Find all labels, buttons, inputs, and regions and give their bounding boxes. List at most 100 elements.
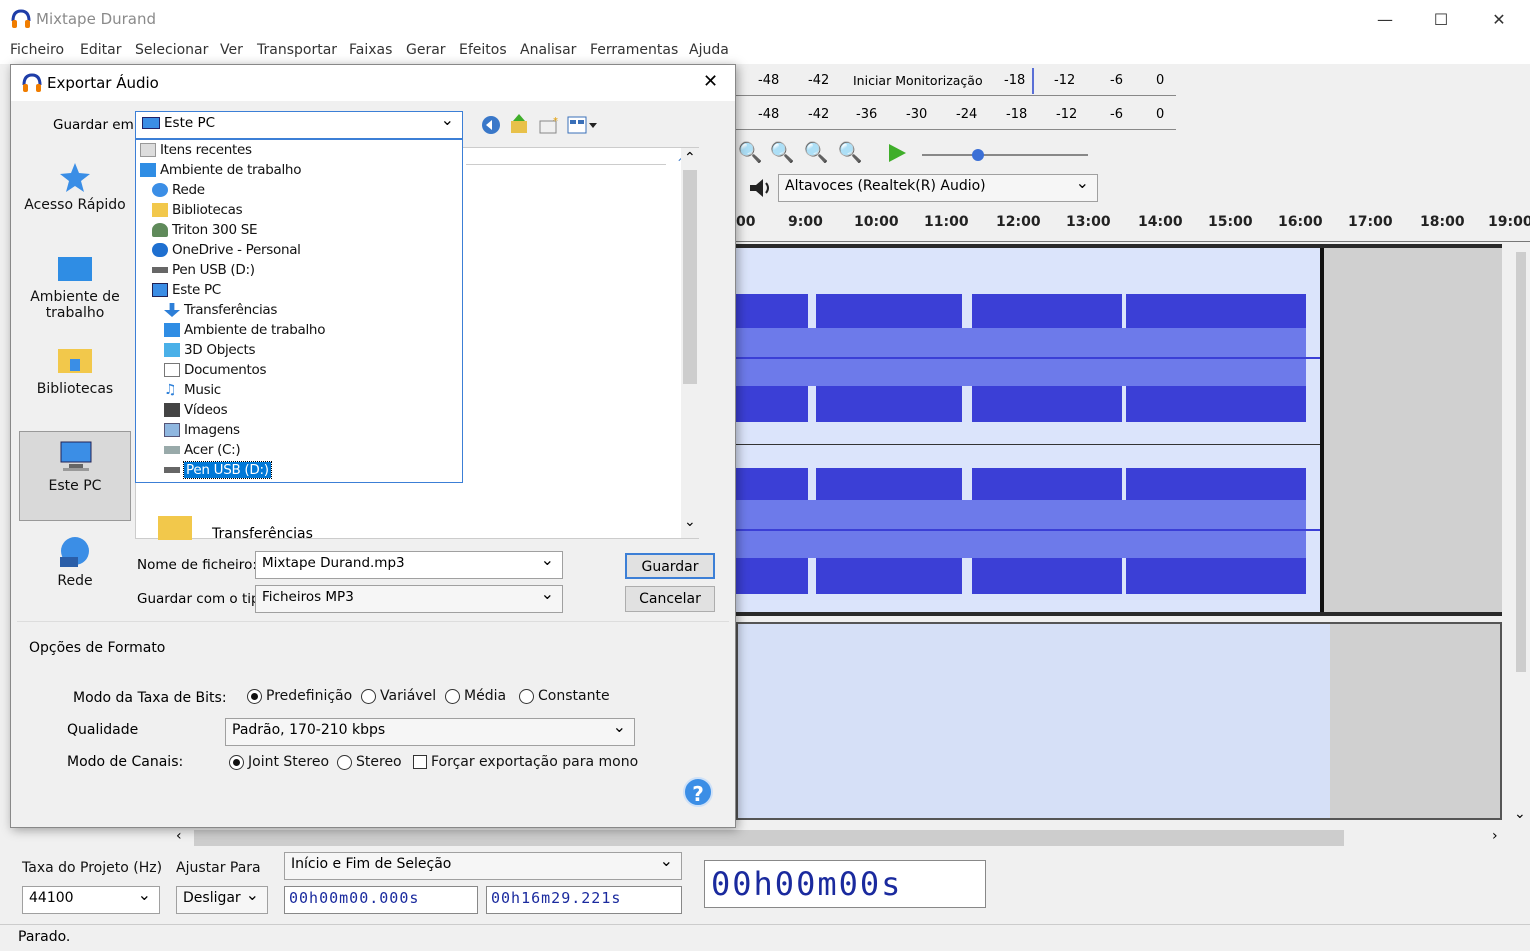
new-folder-icon[interactable]: *	[539, 115, 561, 135]
playback-meter[interactable]: -48 -42 -36 -30 -24 -18 -12 -6 0	[736, 100, 1176, 130]
dropdown-item[interactable]: Vídeos	[164, 400, 228, 420]
maximize-button[interactable]: ☐	[1412, 0, 1470, 40]
meter-tick: -48	[758, 107, 780, 122]
selection-start-time[interactable]: 00h00m00.000s	[284, 886, 478, 914]
scroll-down-icon[interactable]: ⌄	[1514, 806, 1526, 822]
dropdown-item[interactable]: Triton 300 SE	[152, 220, 258, 240]
speed-slider[interactable]	[922, 154, 1088, 156]
dropdown-item[interactable]: Ambiente de trabalho	[140, 160, 301, 180]
library-icon	[152, 203, 168, 217]
dropdown-item[interactable]: Itens recentes	[140, 140, 252, 160]
fit-selection-icon[interactable]: 🔍	[802, 140, 830, 166]
dropdown-item[interactable]: Acer (C:)	[164, 440, 241, 460]
filename-input[interactable]: Mixtape Durand.mp3	[255, 551, 563, 579]
dropdown-item[interactable]: ♫ Music	[164, 380, 221, 400]
bitrate-average-radio[interactable]: Média	[445, 688, 506, 704]
desktop-icon	[164, 323, 180, 337]
dropdown-item[interactable]: Bibliotecas	[152, 200, 243, 220]
place-libraries[interactable]: Bibliotecas	[19, 345, 131, 397]
minimize-button[interactable]: —	[1356, 0, 1414, 40]
dropdown-item[interactable]: 3D Objects	[164, 340, 256, 360]
place-network[interactable]: Rede	[19, 535, 131, 589]
output-device-select[interactable]: Altavoces (Realtek(R) Audio)	[778, 174, 1098, 202]
force-mono-checkbox[interactable]: Forçar exportação para mono	[413, 754, 638, 770]
dropdown-item[interactable]: Pen USB (D:)	[152, 260, 255, 280]
menu-ajuda[interactable]: Ajuda	[689, 42, 729, 58]
selection-mode-select[interactable]: Início e Fim de Seleção	[284, 852, 682, 880]
menu-selecionar[interactable]: Selecionar	[135, 42, 208, 58]
dropdown-item-selected[interactable]: Pen USB (D:)	[164, 460, 272, 480]
empty-track-area[interactable]	[736, 622, 1502, 820]
help-button[interactable]: ?	[683, 777, 713, 807]
save-button[interactable]: Guardar	[625, 553, 715, 579]
menu-analisar[interactable]: Analisar	[520, 42, 576, 58]
dropdown-item[interactable]: Este PC	[152, 280, 221, 300]
menu-ver[interactable]: Ver	[220, 42, 243, 58]
close-button[interactable]: ✕	[1470, 0, 1528, 40]
record-meter[interactable]: -48 -42 Iniciar Monitorização -18 -12 -6…	[736, 66, 1176, 96]
snap-to-select[interactable]: Desligar	[176, 886, 268, 914]
dropdown-item-label: Vídeos	[184, 402, 228, 418]
menu-faixas[interactable]: Faixas	[349, 42, 392, 58]
file-list-scrollbar[interactable]: ⌃ ⌄	[681, 148, 699, 538]
cancel-button[interactable]: Cancelar	[625, 586, 715, 612]
quality-select[interactable]: Padrão, 170-210 kbps	[225, 718, 635, 746]
file-list-scroll-thumb[interactable]	[683, 170, 697, 384]
place-desktop[interactable]: Ambiente de trabalho	[19, 255, 131, 321]
dropdown-item[interactable]: Documentos	[164, 360, 267, 380]
documents-icon	[164, 363, 180, 377]
bitrate-variable-radio[interactable]: Variável	[361, 688, 436, 704]
speed-slider-handle[interactable]	[972, 149, 984, 161]
joint-stereo-radio[interactable]: Joint Stereo	[229, 754, 329, 770]
audio-position[interactable]: 00h00m00s	[704, 860, 986, 908]
place-quick-access[interactable]: Acesso Rápido	[19, 161, 131, 213]
dropdown-item[interactable]: Transferências	[164, 300, 277, 320]
bitrate-constant-radio[interactable]: Constante	[519, 688, 610, 704]
timeline-ruler[interactable]: 00 9:00 10:00 11:00 12:00 13:00 14:00 15…	[736, 206, 1530, 242]
menu-efeitos[interactable]: Efeitos	[459, 42, 507, 58]
bitrate-default-radio[interactable]: Predefinição	[247, 688, 352, 704]
dropdown-item[interactable]: Imagens	[164, 420, 240, 440]
scroll-thumb[interactable]	[194, 830, 1344, 846]
project-rate-select[interactable]: 44100	[22, 886, 160, 914]
play-at-speed-icon[interactable]	[886, 142, 908, 164]
vscroll-thumb[interactable]	[1516, 252, 1526, 672]
menu-editar[interactable]: Editar	[80, 42, 121, 58]
vertical-scrollbar[interactable]: ⌄	[1512, 244, 1530, 824]
dropdown-item[interactable]: Ambiente de trabalho	[164, 320, 325, 340]
channel-mode-label: Modo de Canais:	[67, 754, 184, 770]
stereo-radio[interactable]: Stereo	[337, 754, 402, 770]
meter-tick: -6	[1110, 73, 1123, 88]
selection-end-time[interactable]: 00h16m29.221s	[486, 886, 682, 914]
dropdown-item[interactable]: OneDrive - Personal	[152, 240, 301, 260]
file-item[interactable]: Transferências	[212, 526, 313, 542]
audio-track[interactable]	[736, 244, 1502, 616]
zoom-in-icon[interactable]: 🔍	[736, 140, 764, 166]
menu-ficheiro[interactable]: Ficheiro	[10, 42, 64, 58]
place-label: Acesso Rápido	[24, 197, 126, 213]
dropdown-item[interactable]: Rede	[152, 180, 205, 200]
menu-transportar[interactable]: Transportar	[257, 42, 337, 58]
back-icon[interactable]	[481, 115, 501, 135]
videos-icon	[164, 403, 180, 417]
zoom-toggle-icon[interactable]: 🔍	[836, 140, 864, 166]
audio-clip[interactable]	[736, 248, 1324, 612]
dialog-close-button[interactable]: ✕	[703, 71, 718, 92]
scroll-down-icon[interactable]: ⌄	[684, 514, 696, 530]
file-type-select[interactable]: Ficheiros MP3	[255, 585, 563, 613]
zoom-out-icon[interactable]: 🔍	[768, 140, 796, 166]
scroll-up-icon[interactable]: ⌃	[684, 150, 696, 166]
scroll-right-icon[interactable]: ›	[1492, 828, 1498, 844]
save-in-select[interactable]: Este PC	[135, 111, 463, 139]
place-this-pc[interactable]: Este PC	[19, 431, 131, 521]
scroll-left-icon[interactable]: ‹	[176, 828, 182, 844]
dropdown-item-label: Music	[184, 382, 221, 398]
menu-ferramentas[interactable]: Ferramentas	[590, 42, 678, 58]
view-menu-icon[interactable]	[567, 115, 599, 135]
clip-end-edge[interactable]	[1320, 248, 1324, 612]
start-monitoring-label[interactable]: Iniciar Monitorização	[853, 73, 983, 88]
menu-gerar[interactable]: Gerar	[406, 42, 446, 58]
up-folder-icon[interactable]	[509, 113, 529, 135]
horizontal-scrollbar[interactable]: ‹ ›	[170, 828, 1515, 848]
snap-to-label: Ajustar Para	[176, 860, 261, 876]
